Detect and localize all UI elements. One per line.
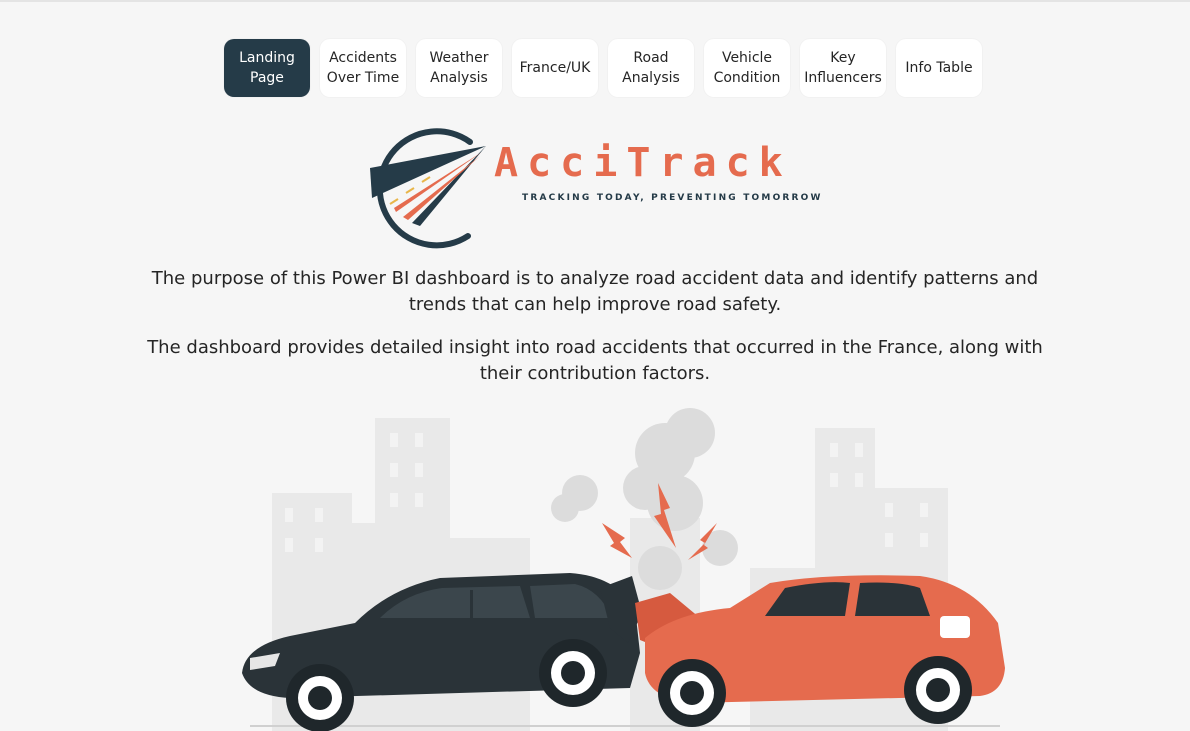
nav-button-label: Accidents Over Time bbox=[326, 50, 400, 86]
nav-button-key-influencers[interactable]: Key Influencers bbox=[800, 39, 886, 97]
nav-button-label: Info Table bbox=[905, 60, 973, 76]
nav-button-weather-analysis[interactable]: Weather Analysis bbox=[416, 39, 502, 97]
nav-button-france-uk[interactable]: France/UK bbox=[512, 39, 598, 97]
nav-button-road-analysis[interactable]: Road Analysis bbox=[608, 39, 694, 97]
nav-button-vehicle-condition[interactable]: Vehicle Condition bbox=[704, 39, 790, 97]
description-purpose: The purpose of this Power BI dashboard i… bbox=[151, 268, 1039, 315]
brand-name: AcciTrack bbox=[494, 140, 792, 186]
nav-button-info-table[interactable]: Info Table bbox=[896, 39, 982, 97]
nav-button-landing-page[interactable]: Landing Page bbox=[224, 39, 310, 97]
nav-button-label: Landing Page bbox=[239, 50, 295, 86]
nav-button-label: France/UK bbox=[519, 60, 591, 76]
nav-button-label: Key Influencers bbox=[804, 50, 882, 86]
top-divider bbox=[0, 0, 1190, 2]
car-crash-illustration-icon bbox=[242, 408, 1005, 731]
nav-button-label: Road Analysis bbox=[622, 50, 680, 86]
brand-tagline: TRACKING TODAY, PREVENTING TOMORROW bbox=[522, 193, 823, 203]
description-insight: The dashboard provides detailed insight … bbox=[147, 337, 1043, 384]
nav-button-label: Vehicle Condition bbox=[713, 50, 781, 86]
page-navigation: Landing Page Accidents Over Time Weather… bbox=[224, 39, 982, 97]
nav-button-label: Weather Analysis bbox=[429, 50, 489, 86]
nav-button-accidents-over-time[interactable]: Accidents Over Time bbox=[320, 39, 406, 97]
